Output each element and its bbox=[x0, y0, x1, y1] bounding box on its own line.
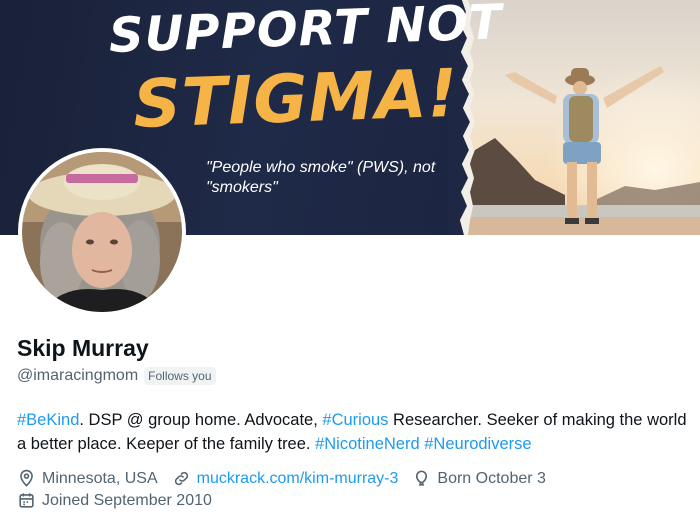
user-handle: @imaracingmom bbox=[17, 367, 139, 384]
hashtag-bekind[interactable]: #BeKind bbox=[17, 411, 79, 429]
birthday-item: Born October 3 bbox=[412, 469, 546, 488]
joined-item: Joined September 2010 bbox=[17, 491, 212, 510]
handle-row: @imaracingmom Follows you bbox=[17, 367, 216, 385]
banner-subtext: "People who smoke" (PWS), not "smokers" bbox=[206, 159, 436, 196]
link-icon bbox=[174, 471, 188, 486]
profile-meta-row: Minnesota, USA muckrack.com/kim-murray-3… bbox=[17, 469, 560, 488]
profile-bio: #BeKind. DSP @ group home. Advocate, #Cu… bbox=[17, 408, 687, 456]
website-item[interactable]: muckrack.com/kim-murray-3 bbox=[172, 469, 399, 488]
website-link[interactable]: muckrack.com/kim-murray-3 bbox=[197, 470, 399, 488]
balloon-icon bbox=[416, 470, 428, 486]
banner-headline-line2: STIGMA! bbox=[132, 54, 460, 143]
calendar-icon bbox=[19, 493, 34, 508]
hashtag-curious[interactable]: #Curious bbox=[322, 411, 388, 429]
location-pin-icon bbox=[20, 469, 33, 487]
follows-you-badge: Follows you bbox=[144, 367, 216, 385]
location-item: Minnesota, USA bbox=[17, 469, 158, 488]
bio-text-1: . DSP @ group home. Advocate, bbox=[79, 411, 323, 429]
profile-meta-row-joined: Joined September 2010 bbox=[17, 491, 226, 510]
joined-text: Joined September 2010 bbox=[42, 491, 212, 509]
hashtag-nicotinenerd[interactable]: #NicotineNerd bbox=[315, 435, 420, 453]
display-name: Skip Murray bbox=[17, 335, 149, 361]
profile-avatar[interactable] bbox=[18, 148, 186, 316]
hashtag-neurodiverse[interactable]: #Neurodiverse bbox=[424, 435, 531, 453]
location-text: Minnesota, USA bbox=[42, 469, 158, 487]
avatar-photo bbox=[22, 152, 182, 312]
birthday-text: Born October 3 bbox=[437, 469, 546, 487]
